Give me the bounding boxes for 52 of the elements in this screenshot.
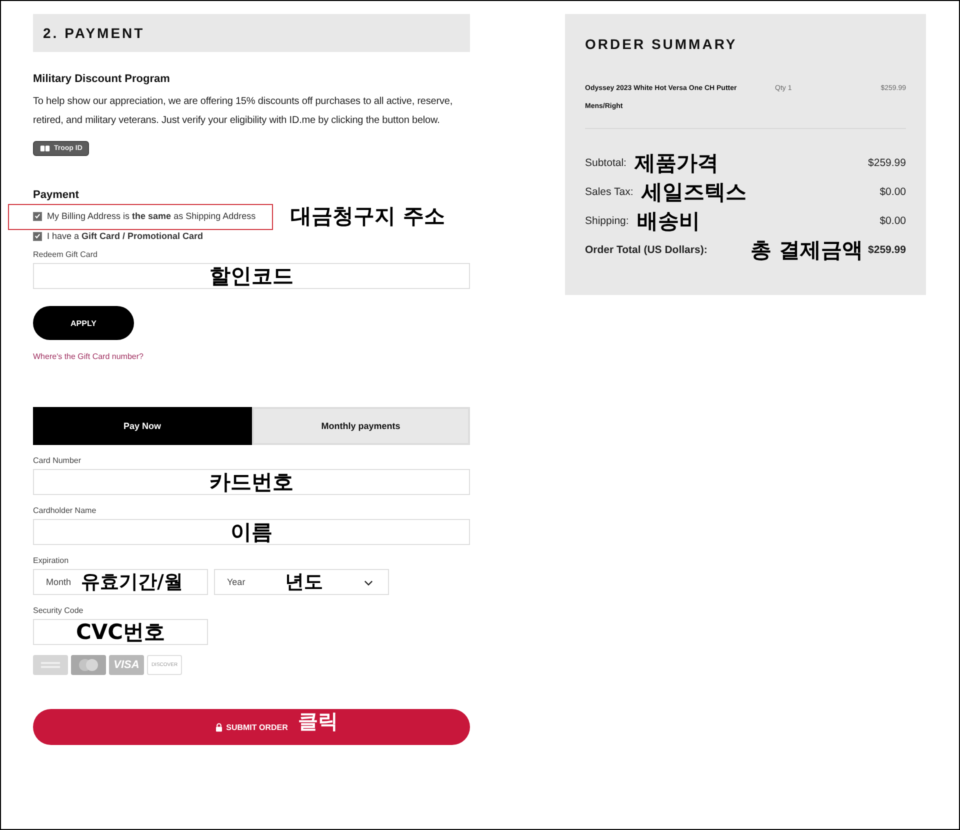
annotation-text: 년도	[285, 570, 324, 595]
annotation-text: 세일즈텍스	[641, 178, 746, 206]
checkbox[interactable]	[33, 232, 42, 240]
annotation-text: 이름	[230, 519, 272, 546]
input-field[interactable]: 이름	[33, 519, 470, 545]
summary-value: $259.99	[868, 156, 906, 168]
checkbox[interactable]	[33, 212, 42, 220]
annotation-text: 제품가격	[634, 150, 718, 176]
checkbox-label: My Billing Address is the same as Shipping Address	[47, 211, 256, 221]
summary-value: $0.00	[880, 186, 906, 198]
card-logo-icon	[33, 655, 68, 675]
input-field[interactable]: 할인코드	[33, 263, 470, 289]
payment-tab[interactable]: Pay Now	[33, 407, 252, 445]
military-text: To help show our appreciation, we are offering 15% discounts off purchases to all active, reserve, retired, and military veterans. Just verify your eligibility with ID.me by clicking the button below.	[33, 95, 454, 128]
year-dropdown[interactable]: Year 년도	[214, 569, 389, 595]
apply-button[interactable]: APPLY	[33, 306, 134, 340]
input-field[interactable]: 카드번호	[33, 469, 470, 495]
summary-title: ORDER SUMMARY	[585, 36, 738, 52]
annotation-text: 카드번호	[210, 469, 294, 496]
annotation-text: 할인코드	[210, 263, 294, 290]
military-title: Military Discount Program	[33, 73, 170, 85]
annotation-text: 배송비	[636, 208, 700, 234]
annotation-text: 대금청구지 주소	[290, 203, 445, 230]
gift-card-link[interactable]: Where's the Gift Card number?	[33, 352, 144, 361]
annotation-text: 총 결제금액	[750, 236, 864, 264]
input-field[interactable]: CVC번호	[33, 619, 208, 645]
month-field[interactable]: Month 유효기간/월	[33, 569, 208, 595]
card-logo-icon	[71, 655, 106, 675]
placeholder-text: Year	[227, 577, 246, 587]
payment-tab[interactable]: Monthly payments	[252, 407, 470, 445]
summary-label: Subtotal:	[585, 156, 626, 168]
annotation-text: 유효기간/월	[81, 570, 183, 595]
summary-value: $259.99	[868, 244, 906, 256]
checkbox-label: I have a Gift Card / Promotional Card	[47, 231, 204, 241]
annotation-text: 클릭	[298, 708, 338, 735]
lock-icon	[215, 722, 224, 732]
field-label: Card Number	[33, 456, 82, 465]
payment-title: Payment	[33, 189, 79, 201]
field-label: Redeem Gift Card	[33, 250, 98, 259]
field-label: Security Code	[33, 606, 84, 615]
placeholder-text: Month	[46, 577, 72, 587]
annotation-text: CVC번호	[76, 619, 166, 646]
chevron-down-icon	[364, 580, 373, 586]
summary-label: Sales Tax:	[585, 186, 634, 198]
tags-icon	[40, 145, 50, 152]
field-label: Expiration	[33, 556, 69, 565]
summary-label: Shipping:	[585, 214, 629, 226]
section-title: 2. PAYMENT	[43, 25, 145, 41]
field-label: Cardholder Name	[33, 506, 96, 515]
summary-label: Order Total (US Dollars):	[585, 244, 708, 256]
card-logo: VISA	[109, 655, 144, 675]
summary-value: $0.00	[880, 214, 906, 226]
